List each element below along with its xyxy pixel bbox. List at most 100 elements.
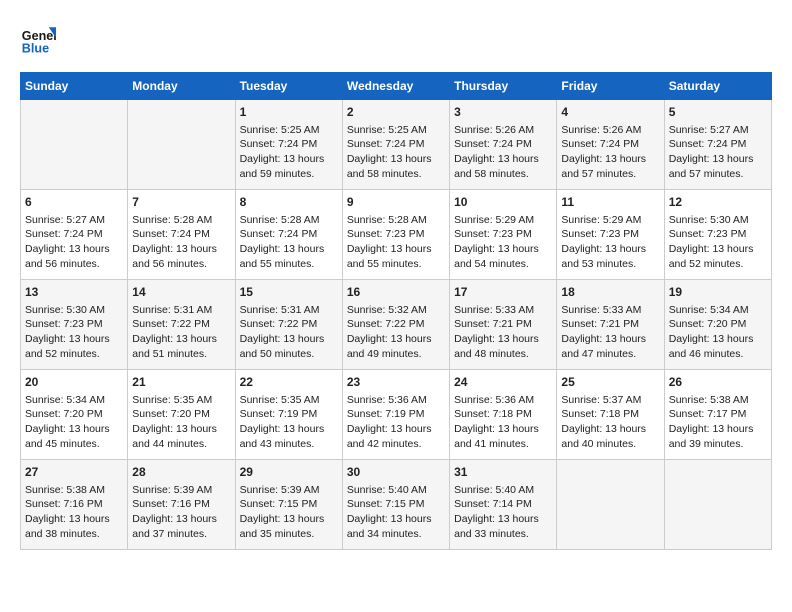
day-number: 11 <box>561 194 659 211</box>
day-number: 30 <box>347 464 445 481</box>
day-info: Sunrise: 5:28 AMSunset: 7:24 PMDaylight:… <box>132 213 230 272</box>
logo: General Blue <box>20 20 60 56</box>
calendar-table: SundayMondayTuesdayWednesdayThursdayFrid… <box>20 72 772 550</box>
day-number: 27 <box>25 464 123 481</box>
day-cell: 7Sunrise: 5:28 AMSunset: 7:24 PMDaylight… <box>128 190 235 280</box>
day-cell: 18 Sunrise: 5:33 AMSunset: 7:21 PMDayligh… <box>557 280 664 370</box>
day-number: 15 <box>240 284 338 301</box>
svg-text:Blue: Blue <box>22 41 49 55</box>
day-number: 28 <box>132 464 230 481</box>
day-cell: 8 Sunrise: 5:28 AMSunset: 7:24 PMDaylight… <box>235 190 342 280</box>
day-info: Sunrise: 5:36 AMSunset: 7:18 PMDaylight:… <box>454 393 552 452</box>
day-cell: 11 Sunrise: 5:29 AMSunset: 7:23 PMDayligh… <box>557 190 664 280</box>
day-info: Sunrise: 5:34 AMSunset: 7:20 PMDaylight:… <box>669 303 767 362</box>
day-number: 2 <box>347 104 445 121</box>
day-number: 29 <box>240 464 338 481</box>
day-cell: 17 Sunrise: 5:33 AMSunset: 7:21 PMDayligh… <box>450 280 557 370</box>
day-info: Sunrise: 5:25 AMSunset: 7:24 PMDaylight:… <box>347 123 445 182</box>
day-number: 21 <box>132 374 230 391</box>
day-info: Sunrise: 5:33 AMSunset: 7:21 PMDaylight:… <box>454 303 552 362</box>
day-info: Sunrise: 5:39 AMSunset: 7:16 PMDaylight:… <box>132 483 230 542</box>
day-cell: 19 Sunrise: 5:34 AMSunset: 7:20 PMDayligh… <box>664 280 771 370</box>
day-number: 6 <box>25 194 123 211</box>
day-number: 23 <box>347 374 445 391</box>
day-number: 17 <box>454 284 552 301</box>
day-number: 4 <box>561 104 659 121</box>
header-wednesday: Wednesday <box>342 73 449 100</box>
day-cell: 23 Sunrise: 5:36 AMSunset: 7:19 PMDayligh… <box>342 370 449 460</box>
day-info: Sunrise: 5:40 AMSunset: 7:15 PMDaylight:… <box>347 483 445 542</box>
week-row-0: 1 Sunrise: 5:25 AMSunset: 7:24 PMDaylight… <box>21 100 772 190</box>
day-info: Sunrise: 5:27 AMSunset: 7:24 PMDaylight:… <box>669 123 767 182</box>
day-info: Sunrise: 5:37 AMSunset: 7:18 PMDaylight:… <box>561 393 659 452</box>
day-number: 24 <box>454 374 552 391</box>
day-info: Sunrise: 5:31 AMSunset: 7:22 PMDaylight:… <box>132 303 230 362</box>
day-info: Sunrise: 5:26 AMSunset: 7:24 PMDaylight:… <box>454 123 552 182</box>
day-number: 12 <box>669 194 767 211</box>
day-info: Sunrise: 5:32 AMSunset: 7:22 PMDaylight:… <box>347 303 445 362</box>
day-info: Sunrise: 5:35 AMSunset: 7:19 PMDaylight:… <box>240 393 338 452</box>
header-sunday: Sunday <box>21 73 128 100</box>
day-info: Sunrise: 5:33 AMSunset: 7:21 PMDaylight:… <box>561 303 659 362</box>
logo-icon: General Blue <box>20 20 56 56</box>
header-thursday: Thursday <box>450 73 557 100</box>
day-cell: 16 Sunrise: 5:32 AMSunset: 7:22 PMDayligh… <box>342 280 449 370</box>
day-cell: 10Sunrise: 5:29 AMSunset: 7:23 PMDayligh… <box>450 190 557 280</box>
day-number: 1 <box>240 104 338 121</box>
day-cell: 4 Sunrise: 5:26 AMSunset: 7:24 PMDaylight… <box>557 100 664 190</box>
day-cell: 30 Sunrise: 5:40 AMSunset: 7:15 PMDayligh… <box>342 460 449 550</box>
day-info: Sunrise: 5:40 AMSunset: 7:14 PMDaylight:… <box>454 483 552 542</box>
day-cell: 5 Sunrise: 5:27 AMSunset: 7:24 PMDaylight… <box>664 100 771 190</box>
day-cell: 27 Sunrise: 5:38 AMSunset: 7:16 PMDayligh… <box>21 460 128 550</box>
day-cell: 12 Sunrise: 5:30 AMSunset: 7:23 PMDayligh… <box>664 190 771 280</box>
day-info: Sunrise: 5:38 AMSunset: 7:16 PMDaylight:… <box>25 483 123 542</box>
header-monday: Monday <box>128 73 235 100</box>
day-number: 14 <box>132 284 230 301</box>
day-cell: 24 Sunrise: 5:36 AMSunset: 7:18 PMDayligh… <box>450 370 557 460</box>
day-cell: 14 Sunrise: 5:31 AMSunset: 7:22 PMDayligh… <box>128 280 235 370</box>
day-cell: 20 Sunrise: 5:34 AMSunset: 7:20 PMDayligh… <box>21 370 128 460</box>
day-info: Sunrise: 5:29 AMSunset: 7:23 PMDaylight:… <box>454 213 552 272</box>
header-saturday: Saturday <box>664 73 771 100</box>
day-info: Sunrise: 5:28 AMSunset: 7:24 PMDaylight:… <box>240 213 338 272</box>
day-info: Sunrise: 5:28 AMSunset: 7:23 PMDaylight:… <box>347 213 445 272</box>
day-number: 5 <box>669 104 767 121</box>
day-cell: 3Sunrise: 5:26 AMSunset: 7:24 PMDaylight… <box>450 100 557 190</box>
week-row-3: 20 Sunrise: 5:34 AMSunset: 7:20 PMDayligh… <box>21 370 772 460</box>
day-cell: 9 Sunrise: 5:28 AMSunset: 7:23 PMDaylight… <box>342 190 449 280</box>
day-info: Sunrise: 5:31 AMSunset: 7:22 PMDaylight:… <box>240 303 338 362</box>
day-cell <box>664 460 771 550</box>
day-number: 8 <box>240 194 338 211</box>
day-info: Sunrise: 5:38 AMSunset: 7:17 PMDaylight:… <box>669 393 767 452</box>
day-number: 19 <box>669 284 767 301</box>
day-number: 16 <box>347 284 445 301</box>
day-info: Sunrise: 5:39 AMSunset: 7:15 PMDaylight:… <box>240 483 338 542</box>
day-number: 25 <box>561 374 659 391</box>
day-number: 9 <box>347 194 445 211</box>
day-cell: 1 Sunrise: 5:25 AMSunset: 7:24 PMDaylight… <box>235 100 342 190</box>
day-number: 18 <box>561 284 659 301</box>
day-cell: 6 Sunrise: 5:27 AMSunset: 7:24 PMDaylight… <box>21 190 128 280</box>
day-cell: 13Sunrise: 5:30 AMSunset: 7:23 PMDayligh… <box>21 280 128 370</box>
day-info: Sunrise: 5:30 AMSunset: 7:23 PMDaylight:… <box>25 303 123 362</box>
day-cell: 29 Sunrise: 5:39 AMSunset: 7:15 PMDayligh… <box>235 460 342 550</box>
week-row-1: 6 Sunrise: 5:27 AMSunset: 7:24 PMDaylight… <box>21 190 772 280</box>
day-number: 26 <box>669 374 767 391</box>
day-info: Sunrise: 5:34 AMSunset: 7:20 PMDaylight:… <box>25 393 123 452</box>
header-tuesday: Tuesday <box>235 73 342 100</box>
day-cell: 26 Sunrise: 5:38 AMSunset: 7:17 PMDayligh… <box>664 370 771 460</box>
day-info: Sunrise: 5:25 AMSunset: 7:24 PMDaylight:… <box>240 123 338 182</box>
day-cell <box>21 100 128 190</box>
day-info: Sunrise: 5:29 AMSunset: 7:23 PMDaylight:… <box>561 213 659 272</box>
day-number: 22 <box>240 374 338 391</box>
day-info: Sunrise: 5:36 AMSunset: 7:19 PMDaylight:… <box>347 393 445 452</box>
calendar-header-row: SundayMondayTuesdayWednesdayThursdayFrid… <box>21 73 772 100</box>
day-info: Sunrise: 5:30 AMSunset: 7:23 PMDaylight:… <box>669 213 767 272</box>
day-number: 20 <box>25 374 123 391</box>
day-cell: 31Sunrise: 5:40 AMSunset: 7:14 PMDayligh… <box>450 460 557 550</box>
day-info: Sunrise: 5:27 AMSunset: 7:24 PMDaylight:… <box>25 213 123 272</box>
header-friday: Friday <box>557 73 664 100</box>
day-info: Sunrise: 5:26 AMSunset: 7:24 PMDaylight:… <box>561 123 659 182</box>
day-info: Sunrise: 5:35 AMSunset: 7:20 PMDaylight:… <box>132 393 230 452</box>
day-cell: 21 Sunrise: 5:35 AMSunset: 7:20 PMDayligh… <box>128 370 235 460</box>
